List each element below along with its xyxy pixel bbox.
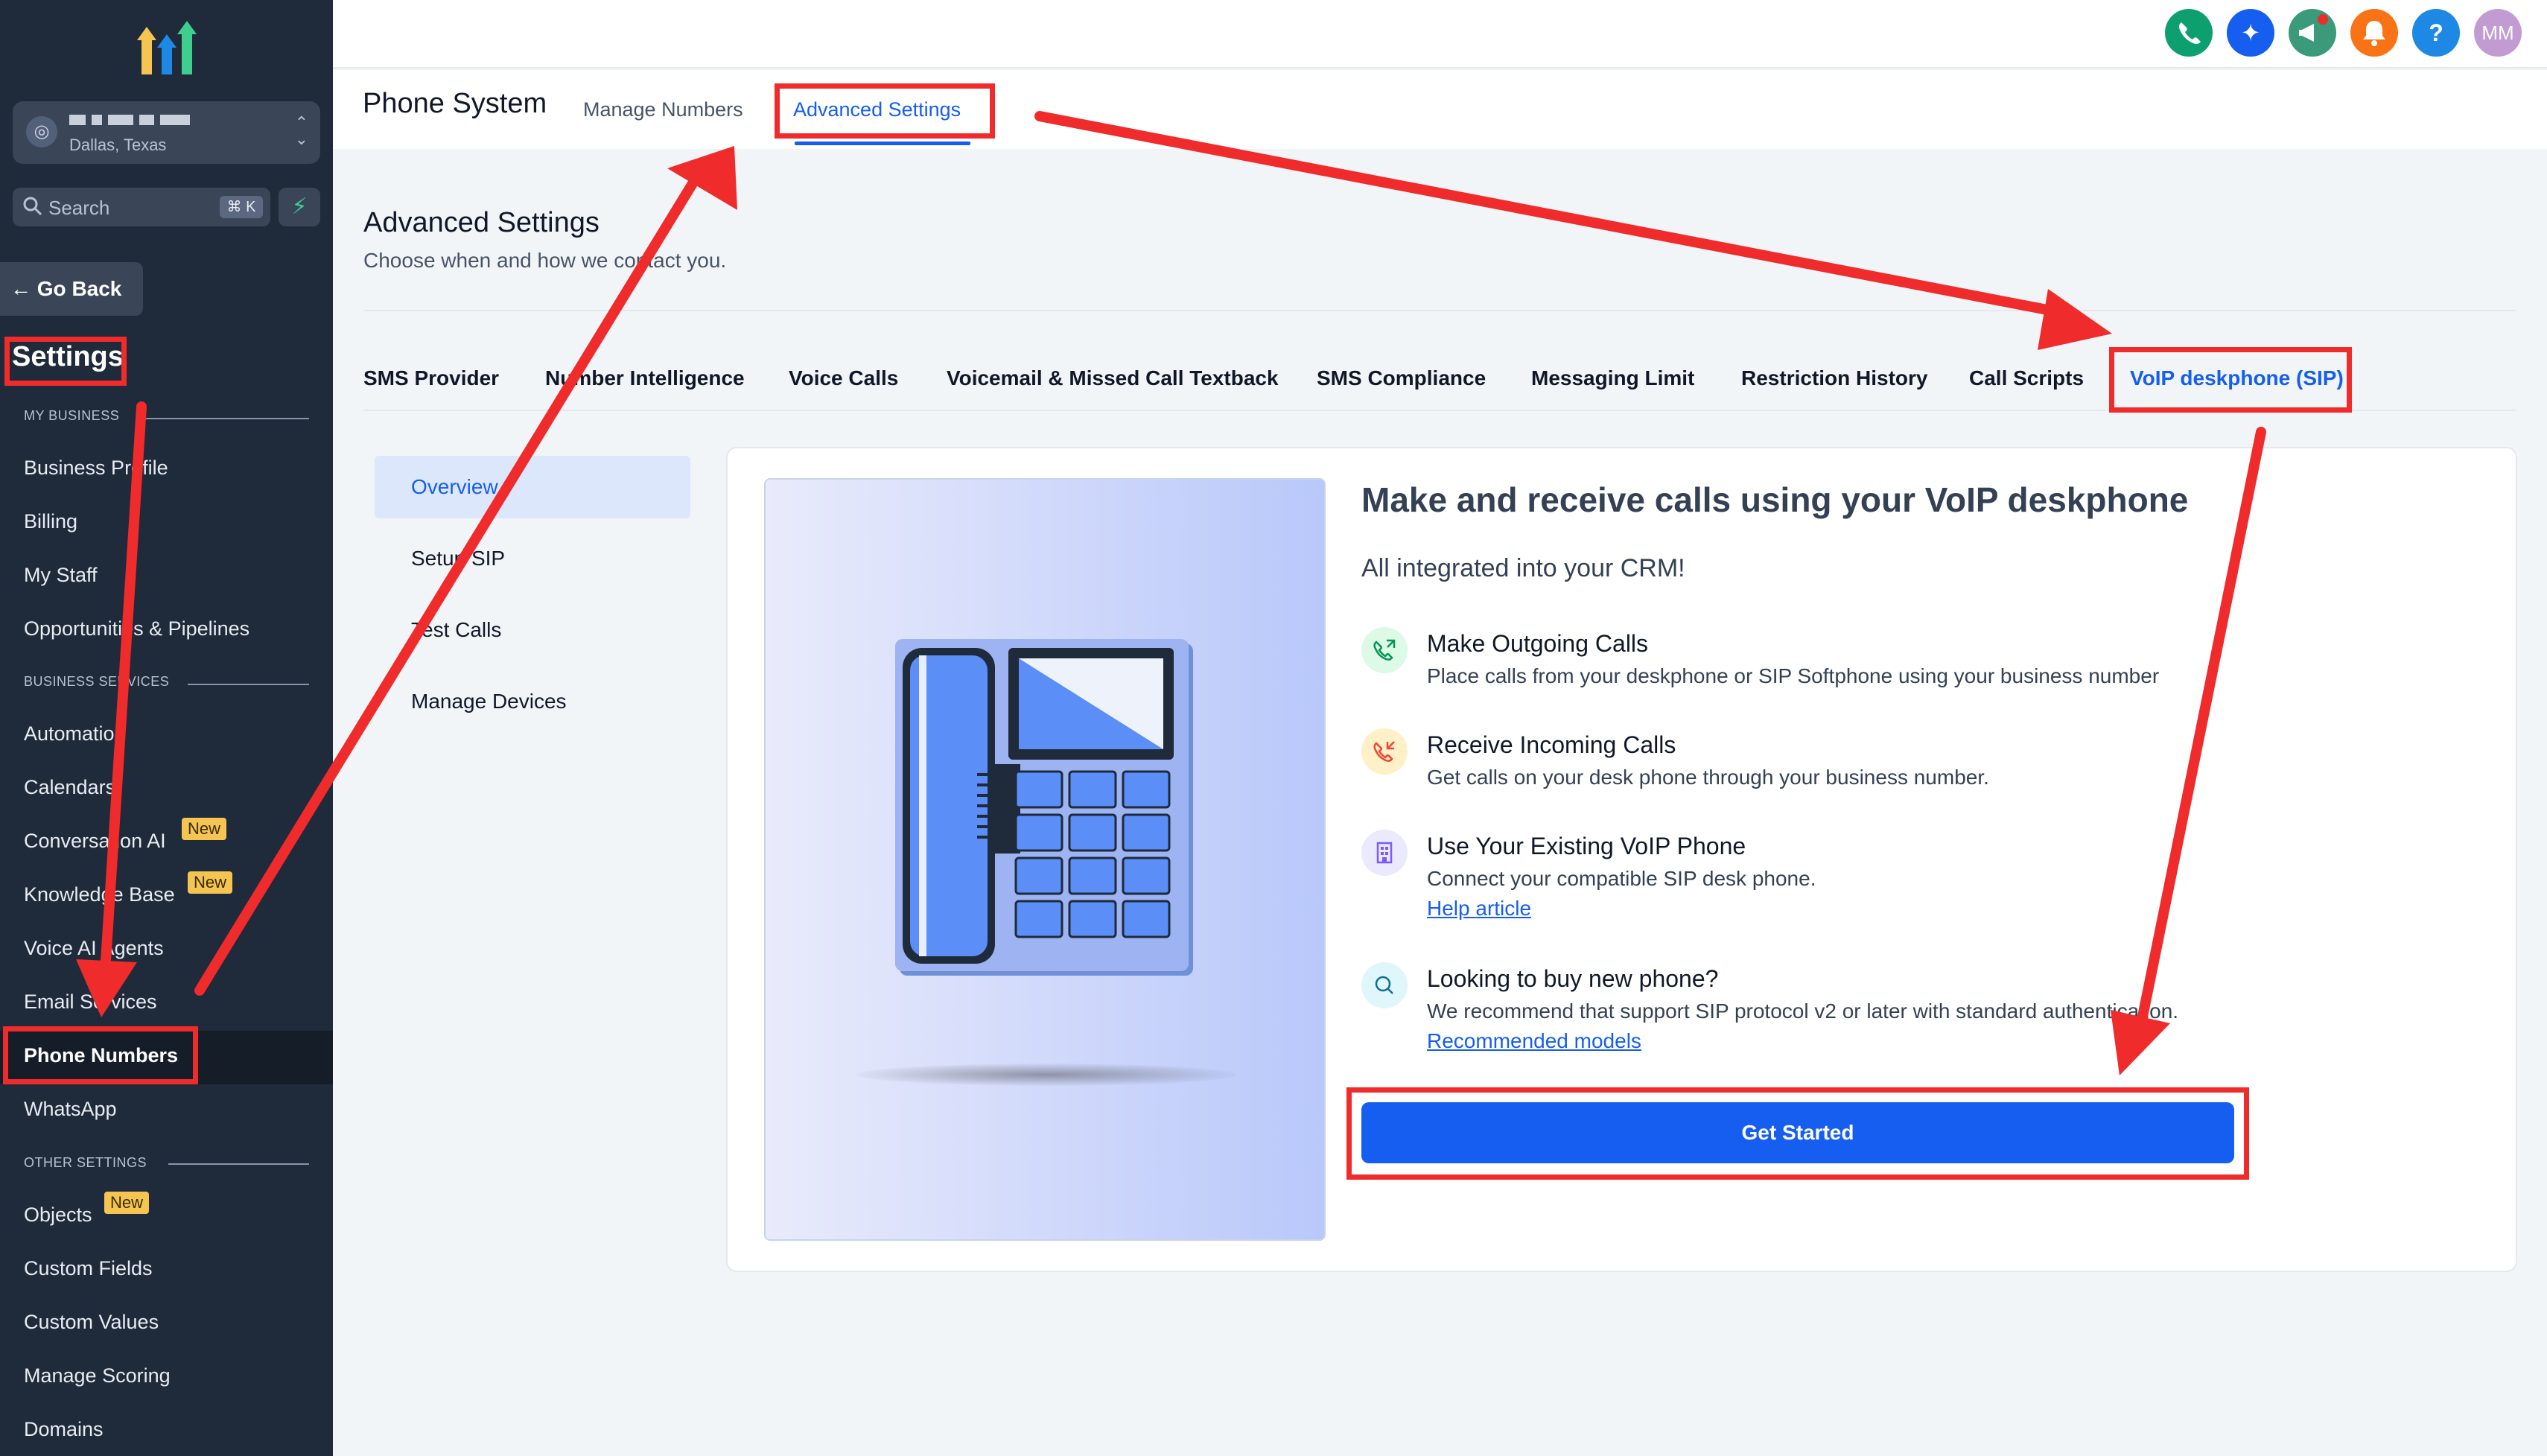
annotation-arrows xyxy=(76,111,2266,1075)
